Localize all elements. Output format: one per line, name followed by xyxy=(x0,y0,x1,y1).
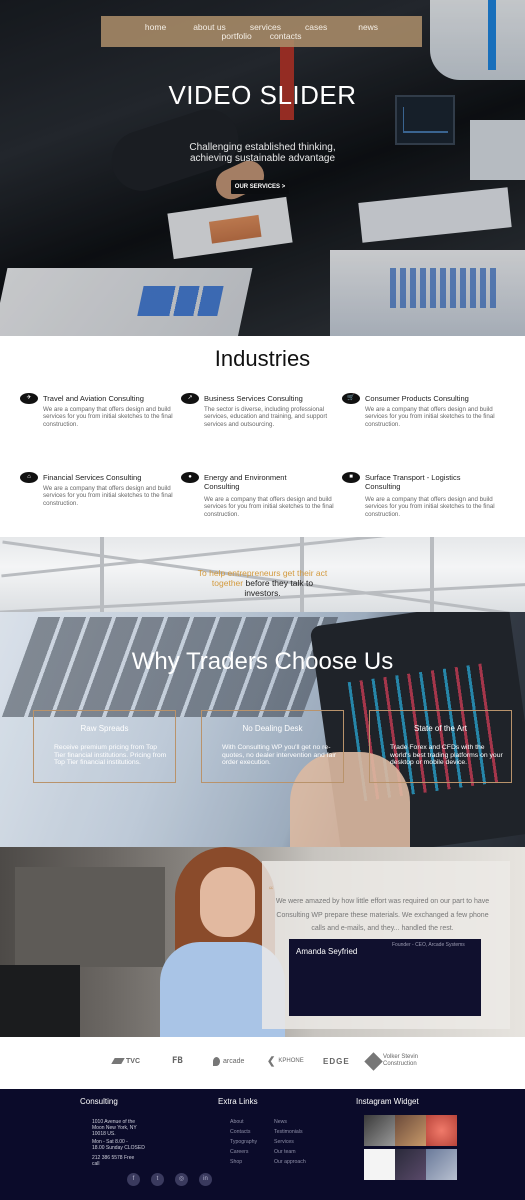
hero-subtitle: Challenging established thinking, achiev… xyxy=(0,142,525,164)
footer-link-careers[interactable]: Careers xyxy=(230,1149,248,1155)
instagram-photo[interactable] xyxy=(426,1149,457,1180)
footer-address: 1010 Avenue of the Moon New York, NY 100… xyxy=(92,1119,137,1137)
cart-icon: 🛒 xyxy=(342,393,360,404)
footer-links-title: Extra Links xyxy=(218,1097,258,1106)
instagram-photo[interactable] xyxy=(426,1115,457,1146)
industry-description: We are a company that offers design and … xyxy=(365,406,495,428)
band-highlight: To help entrepreneurs get their act xyxy=(197,568,328,578)
nav-portfolio-link[interactable]: portfolio xyxy=(222,32,252,41)
logo-text: Volker Stevin Construction xyxy=(383,1054,419,1067)
industry-name-line: Energy and Environment xyxy=(204,473,287,482)
logo-volker[interactable]: Volker Stevin Construction xyxy=(364,1051,423,1071)
instagram-photo[interactable] xyxy=(395,1115,426,1146)
nav-home-link[interactable]: home xyxy=(145,23,166,32)
industry-description: We are a company that offers design and … xyxy=(204,496,334,518)
footer-link-news[interactable]: News xyxy=(274,1119,287,1125)
industry-name: Financial Services Consulting xyxy=(43,473,142,482)
feature-box: State of the Art Trade Forex and CFDs wi… xyxy=(369,710,512,783)
footer-link-our-approach[interactable]: Our approach xyxy=(274,1159,306,1165)
footer-link-contacts[interactable]: Contacts xyxy=(230,1129,250,1135)
feature-box: Raw Spreads Receive premium pricing from… xyxy=(33,710,176,783)
industry-name-line: Consulting xyxy=(365,482,401,491)
footer-phone: 212 386 5578 Free call xyxy=(92,1155,134,1167)
feature-text: With Consulting WP you'll get no re-quot… xyxy=(222,744,337,767)
our-services-button[interactable]: OUR SERVICES > xyxy=(231,180,289,194)
logo-text: arcade xyxy=(223,1057,245,1065)
main-navigation: home about us services cases news portfo… xyxy=(101,16,422,47)
industries-title: Industries xyxy=(214,346,311,371)
hero-subtitle-line: achieving sustainable advantage xyxy=(189,153,336,164)
hero-subtitle-line: Challenging established thinking, xyxy=(189,142,336,153)
footer-hours: Mon - Sat 8.00 - 18.00 Sunday CLOSED xyxy=(92,1139,145,1151)
plane-icon: ✈ xyxy=(20,393,38,404)
logo-text: FB xyxy=(172,1056,183,1066)
industry-description: The sector is diverse, including profess… xyxy=(204,406,328,428)
traders-title: Why Traders Choose Us xyxy=(131,648,394,675)
facebook-icon[interactable]: f xyxy=(127,1173,140,1186)
footer-link-typography[interactable]: Typography xyxy=(230,1139,257,1145)
bulb-icon: ● xyxy=(181,472,199,483)
instagram-photo[interactable] xyxy=(364,1149,395,1180)
footer-instagram-title: Instagram Widget xyxy=(356,1097,419,1106)
industry-name: Energy and Environment Consulting xyxy=(204,473,287,491)
nav-news-link[interactable]: news xyxy=(358,23,378,32)
footer-link-services[interactable]: Services xyxy=(274,1139,294,1145)
industry-name: Travel and Aviation Consulting xyxy=(43,394,144,403)
band-text-part: before they talk to xyxy=(243,578,314,588)
hours-line: 18.00 Sunday CLOSED xyxy=(92,1145,145,1151)
footer-link-about[interactable]: About xyxy=(230,1119,244,1125)
industry-description: We are a company that offers design and … xyxy=(43,406,173,428)
feature-box: No Dealing Desk With Consulting WP you'l… xyxy=(201,710,344,783)
industry-description: We are a company that offers design and … xyxy=(43,485,173,507)
feature-heading: State of the Art xyxy=(414,724,467,733)
instagram-photo[interactable] xyxy=(395,1149,426,1180)
phone-line: call xyxy=(92,1161,100,1167)
footer-link-our-team[interactable]: Our team xyxy=(274,1149,296,1155)
feature-heading: No Dealing Desk xyxy=(242,724,303,733)
truck-icon: ■ xyxy=(342,472,360,483)
industry-name-line: Consulting xyxy=(204,482,240,491)
logo-text: TVC xyxy=(126,1057,140,1065)
band-text: To help entrepreneurs get their act toge… xyxy=(0,568,525,598)
instagram-icon[interactable]: ◎ xyxy=(175,1173,188,1186)
hero-title: VIDEO SLIDER xyxy=(168,80,357,110)
author-name: Amanda Seyfried xyxy=(296,947,358,956)
nav-contacts-link[interactable]: contacts xyxy=(270,32,302,41)
partner-logos xyxy=(0,1038,525,1088)
nav-about-link[interactable]: about us xyxy=(193,23,226,32)
logo-edge[interactable]: EDGE xyxy=(323,1052,350,1070)
band-text-part: investors. xyxy=(244,588,281,598)
industry-name-line: Surface Transport - Logistics xyxy=(365,473,461,482)
bank-icon: ⌂ xyxy=(20,472,38,483)
feature-text: Receive premium pricing from Top Tier fi… xyxy=(54,744,167,767)
footer-link-testimonials[interactable]: Testimonials xyxy=(274,1129,303,1135)
logo-tvc[interactable]: TVC xyxy=(111,1052,140,1070)
chart-icon: ↗ xyxy=(181,393,199,404)
logo-kphone[interactable]: ❮ KPHONE xyxy=(267,1052,304,1070)
band-highlight: together xyxy=(211,578,244,588)
twitter-icon[interactable]: t xyxy=(151,1173,164,1186)
industry-name: Surface Transport - Logistics Consulting xyxy=(365,473,460,491)
author-role: Founder - CEO, Arcade Systems xyxy=(392,942,465,948)
hero-slider xyxy=(0,0,525,336)
industry-name: Business Services Consulting xyxy=(204,394,303,403)
logo-fb[interactable]: FB xyxy=(172,1052,183,1070)
logo-text: EDGE xyxy=(323,1056,350,1066)
nav-cases-link[interactable]: cases xyxy=(305,23,327,32)
testimonial-quote: We were amazed by how little effort was … xyxy=(275,898,490,932)
instagram-photo[interactable] xyxy=(364,1115,395,1146)
linkedin-icon[interactable]: in xyxy=(199,1173,212,1186)
footer-link-shop[interactable]: Shop xyxy=(230,1159,242,1165)
logo-text: KPHONE xyxy=(278,1058,304,1064)
feature-text: Trade Forex and CFDs with the world's be… xyxy=(390,744,503,767)
industry-description: We are a company that offers design and … xyxy=(365,496,495,518)
address-line: 10018 US. xyxy=(92,1131,116,1137)
logo-arcade[interactable]: arcade xyxy=(213,1052,244,1070)
footer-consulting-title: Consulting xyxy=(80,1097,118,1106)
industry-name: Consumer Products Consulting xyxy=(365,394,469,403)
feature-heading: Raw Spreads xyxy=(80,724,129,733)
